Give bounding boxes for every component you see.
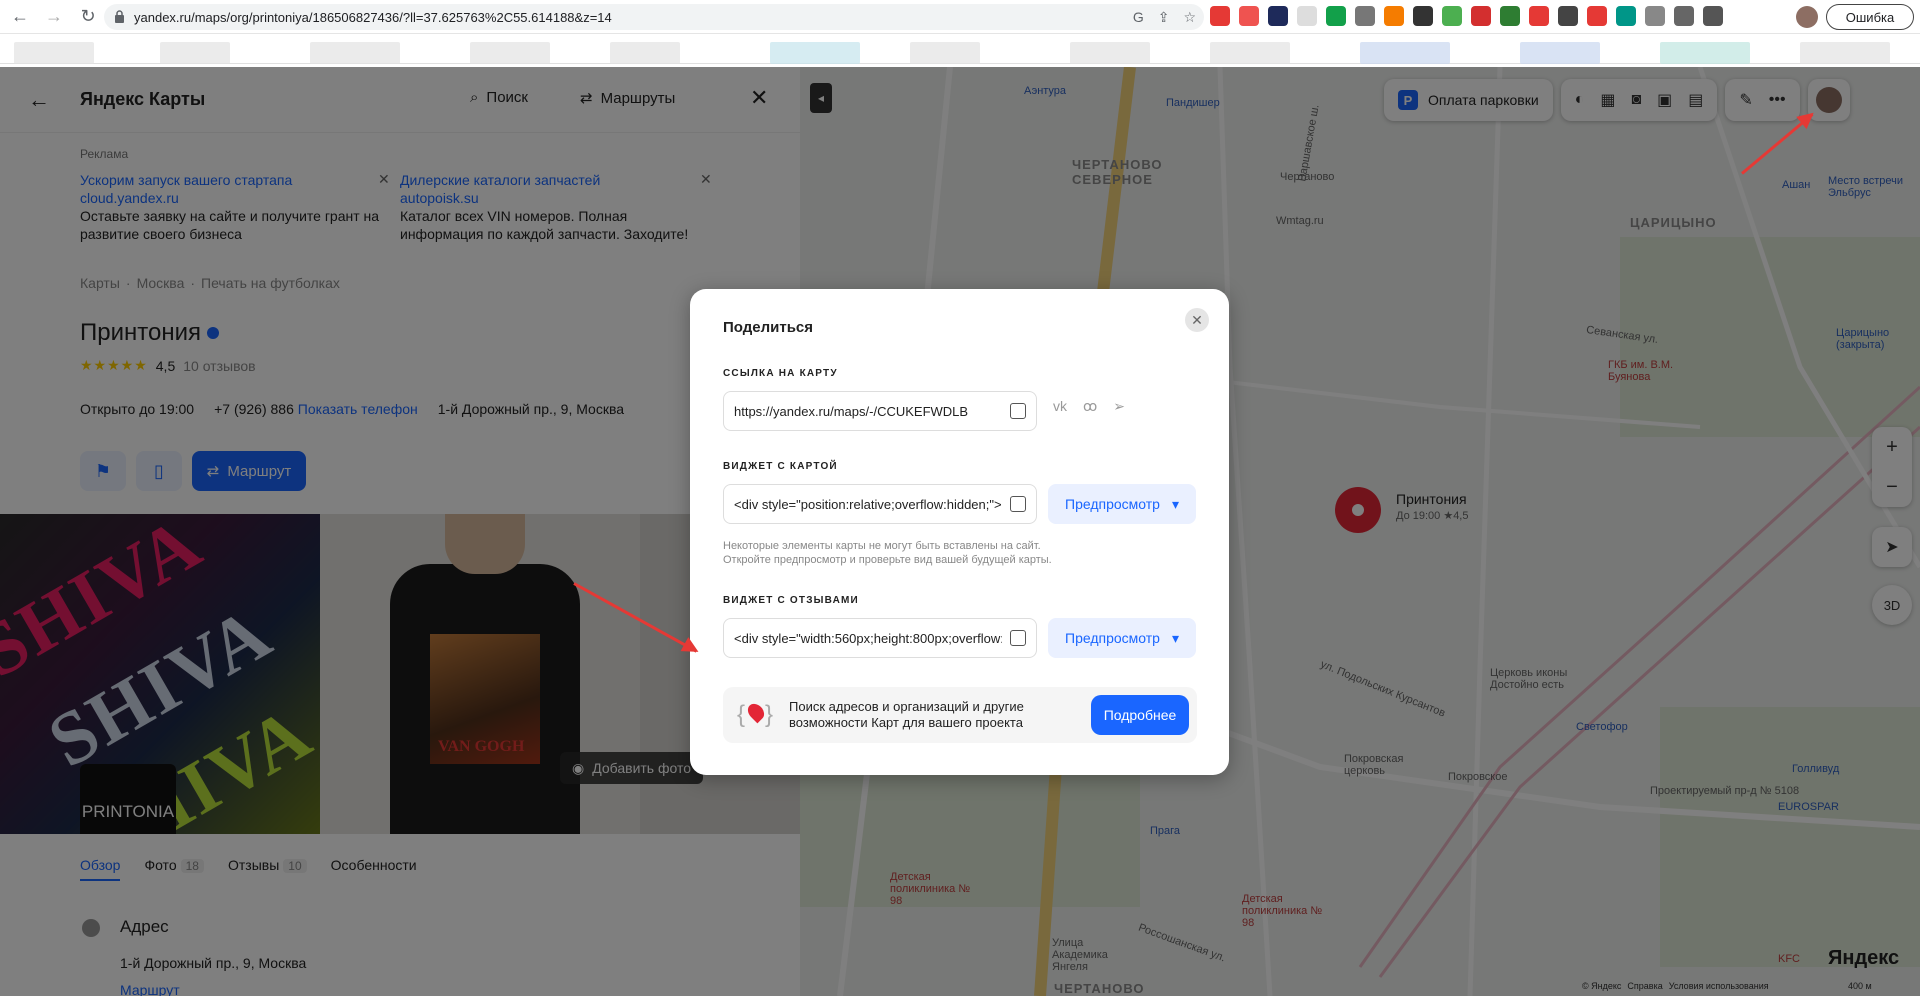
extension-icon[interactable] bbox=[1355, 6, 1375, 26]
vk-icon[interactable]: vk bbox=[1053, 398, 1067, 415]
preview-button[interactable]: Предпросмотр ▾ bbox=[1048, 484, 1196, 524]
copy-icon[interactable] bbox=[1010, 630, 1026, 646]
reviews-widget-field[interactable]: <div style="width:560px;height:800px;ove… bbox=[723, 618, 1037, 658]
extension-icon[interactable] bbox=[1297, 6, 1317, 26]
bookmarks-bar bbox=[0, 34, 1920, 64]
preview-label: Предпросмотр bbox=[1065, 496, 1160, 512]
link-section-label: ССЫЛКА НА КАРТУ bbox=[723, 368, 838, 379]
more-button[interactable]: Подробнее bbox=[1091, 695, 1189, 735]
back-icon[interactable]: ← bbox=[6, 3, 34, 31]
odnoklassniki-icon[interactable]: ꝏ bbox=[1083, 398, 1097, 415]
extension-icon[interactable] bbox=[1442, 6, 1462, 26]
extensions-bar bbox=[1210, 6, 1723, 26]
profile-avatar[interactable] bbox=[1796, 6, 1818, 28]
extension-icon[interactable] bbox=[1587, 6, 1607, 26]
puzzle-icon[interactable] bbox=[1645, 6, 1665, 26]
share-dialog: Поделиться ✕ ССЫЛКА НА КАРТУ https://yan… bbox=[690, 289, 1229, 775]
api-promo: { } Поиск адресов и организаций и другие… bbox=[723, 687, 1197, 743]
extension-icon[interactable] bbox=[1413, 6, 1433, 26]
bookmark-item[interactable] bbox=[910, 42, 980, 64]
bookmark-item[interactable] bbox=[1360, 42, 1450, 64]
preview-button[interactable]: Предпросмотр ▾ bbox=[1048, 618, 1196, 658]
extension-icon[interactable] bbox=[1268, 6, 1288, 26]
extension-icon[interactable] bbox=[1471, 6, 1491, 26]
widget-note: Некоторые элементы карты не могут быть в… bbox=[723, 539, 1163, 567]
widget-code-field[interactable]: <div style="position:relative;overflow:h… bbox=[723, 484, 1037, 524]
bookmark-item[interactable] bbox=[14, 42, 94, 64]
note-line: Некоторые элементы карты не могут быть в… bbox=[723, 540, 1041, 552]
bookmark-item[interactable] bbox=[770, 42, 860, 64]
google-icon[interactable]: G bbox=[1133, 9, 1144, 26]
bookmark-item[interactable] bbox=[1070, 42, 1150, 64]
reviews-section-label: ВИДЖЕТ С ОТЗЫВАМИ bbox=[723, 595, 859, 606]
bookmark-item[interactable] bbox=[310, 42, 400, 64]
share-icons: vk ꝏ ➢ bbox=[1053, 398, 1125, 415]
url-text: yandex.ru/maps/org/printoniya/1865068274… bbox=[134, 9, 612, 25]
media-icon[interactable] bbox=[1674, 6, 1694, 26]
bookmark-item[interactable] bbox=[160, 42, 230, 64]
profile-error-button[interactable]: Ошибка bbox=[1826, 4, 1914, 30]
forward-icon[interactable]: → bbox=[40, 3, 68, 31]
bookmark-item[interactable] bbox=[610, 42, 680, 64]
extension-icon[interactable] bbox=[1616, 6, 1636, 26]
browser-toolbar: ← → ↻ yandex.ru/maps/org/printoniya/1865… bbox=[0, 0, 1920, 34]
reviews-widget-value[interactable]: <div style="width:560px;height:800px;ove… bbox=[734, 631, 1002, 646]
extension-icon[interactable] bbox=[1500, 6, 1520, 26]
reload-icon[interactable]: ↻ bbox=[74, 3, 102, 31]
widget-code-value[interactable]: <div style="position:relative;overflow:h… bbox=[734, 497, 1002, 512]
sidepanel-icon[interactable] bbox=[1703, 6, 1723, 26]
address-bar[interactable]: yandex.ru/maps/org/printoniya/1865068274… bbox=[104, 4, 1204, 30]
dialog-title: Поделиться bbox=[723, 319, 814, 336]
preview-label: Предпросмотр bbox=[1065, 630, 1160, 646]
lock-icon bbox=[115, 10, 124, 23]
close-icon[interactable]: ✕ bbox=[1185, 308, 1209, 332]
telegram-icon[interactable]: ➢ bbox=[1113, 398, 1125, 415]
share-icon[interactable]: ⇪ bbox=[1158, 9, 1170, 26]
extension-icon[interactable] bbox=[1210, 6, 1230, 26]
bookmark-item[interactable] bbox=[1800, 42, 1890, 64]
extension-icon[interactable] bbox=[1529, 6, 1549, 26]
bookmark-item[interactable] bbox=[1210, 42, 1290, 64]
note-line: Откройте предпросмотр и проверьте вид ва… bbox=[723, 554, 1052, 566]
bookmark-item[interactable] bbox=[1660, 42, 1750, 64]
copy-icon[interactable] bbox=[1010, 496, 1026, 512]
bookmark-item[interactable] bbox=[1520, 42, 1600, 64]
extension-icon[interactable] bbox=[1558, 6, 1578, 26]
extension-icon[interactable] bbox=[1326, 6, 1346, 26]
extension-icon[interactable] bbox=[1384, 6, 1404, 26]
extension-icon[interactable] bbox=[1239, 6, 1259, 26]
bookmark-star-icon[interactable]: ☆ bbox=[1183, 9, 1196, 26]
map-link-value[interactable]: https://yandex.ru/maps/-/CCUKEFWDLB bbox=[734, 404, 1002, 419]
chevron-down-icon: ▾ bbox=[1171, 629, 1179, 646]
chevron-down-icon: ▾ bbox=[1171, 495, 1179, 512]
bookmark-item[interactable] bbox=[470, 42, 550, 64]
widget-section-label: ВИДЖЕТ С КАРТОЙ bbox=[723, 461, 838, 472]
promo-text: Поиск адресов и организаций и другие воз… bbox=[789, 699, 1024, 730]
copy-icon[interactable] bbox=[1010, 403, 1026, 419]
map-link-field[interactable]: https://yandex.ru/maps/-/CCUKEFWDLB bbox=[723, 391, 1037, 431]
